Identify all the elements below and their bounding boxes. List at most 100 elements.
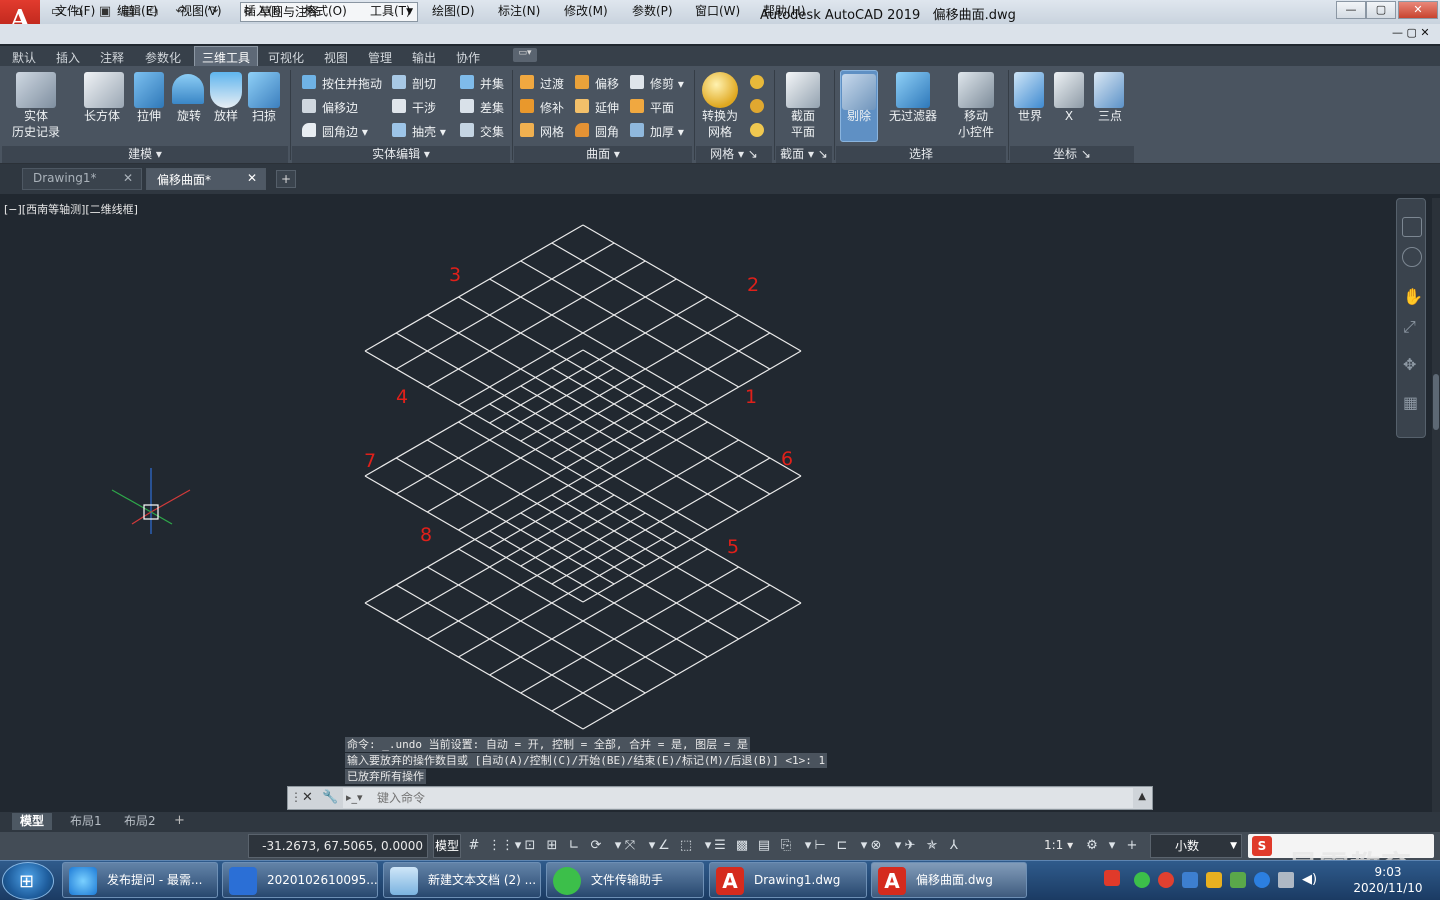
network-button[interactable]: 网格 [540,123,564,140]
nvidia-tray-icon[interactable] [1230,872,1246,888]
showmotion-icon[interactable]: ▦ [1403,393,1418,412]
menu-item[interactable]: 格式(O) [304,2,347,19]
intersect-button[interactable]: 交集 [480,123,504,140]
zoom-icon[interactable]: ⤢ [1403,317,1416,337]
planar-button[interactable]: 平面 [650,99,674,116]
pan-hand-icon[interactable]: ✋ [1403,287,1423,306]
mesh-tool-icon-3[interactable] [750,123,764,137]
chevron-up-icon[interactable]: ▲ [1138,791,1146,802]
three-point-ucs-button[interactable]: 三点 [1092,108,1128,124]
status-toggle-icon[interactable]: ⊢ [812,838,828,854]
monitor-tray-icon[interactable] [1278,872,1294,888]
section-panel-label[interactable]: 截面 ▾ ↘ [776,146,832,163]
units-select[interactable]: 小数 ▼ [1150,834,1242,858]
wechat-tray-icon[interactable] [1134,872,1150,888]
surface-fillet-button[interactable]: 圆角 [595,123,619,140]
status-toggle-icon[interactable]: ⋮⋮ [488,838,514,854]
status-toggle-icon[interactable]: + [1124,838,1140,854]
ribbon-tab[interactable]: 插入 [56,49,80,66]
annotation-scale[interactable]: 1:1 ▾ [1044,838,1073,852]
status-toggle-icon[interactable]: ▤ [756,838,772,854]
doc-tab-offset-surface[interactable]: 偏移曲面* ✕ [146,168,266,190]
layout-tab-layout1[interactable]: 布局1 [62,813,110,830]
offset-edge-button[interactable]: 偏移边 [322,99,358,116]
status-toggle-icon[interactable]: ⤧ [622,838,638,854]
menu-item[interactable]: 修改(M) [564,2,608,19]
settings-gear-icon[interactable]: ⚙ [1084,838,1100,854]
move-gizmo-icon[interactable] [958,72,994,108]
coordinates-readout[interactable]: -31.2673, 67.5065, 0.0000 [248,834,428,858]
loft-button[interactable]: 放样 [208,108,244,124]
offset-surface-button[interactable]: 偏移 [595,75,619,92]
no-filter-icon[interactable] [896,72,930,108]
menu-item[interactable]: 插入(I) [244,2,281,19]
subtract-button[interactable]: 差集 [480,99,504,116]
status-toggle-icon[interactable]: ▾ [1104,838,1120,854]
wrench-icon[interactable]: 🔧 [322,790,338,805]
section-plane-icon[interactable] [786,72,820,108]
status-toggle-icon[interactable]: ☰ [712,838,728,854]
world-ucs-icon[interactable] [1014,72,1044,108]
taskbar-item-video[interactable]: 2020102610095... [222,862,378,898]
ribbon-minimize-button[interactable]: ▭▾ [513,48,537,62]
weibo-tray-icon[interactable] [1158,872,1174,888]
mesh-tool-icon-1[interactable] [750,75,764,89]
ribbon-tab[interactable]: 默认 [12,49,36,66]
start-button[interactable]: ⊞ [2,862,54,900]
ribbon-tab[interactable]: 参数化 [145,49,181,66]
status-toggle-icon[interactable]: ⟳ [588,838,604,854]
volume-icon[interactable]: ◀) [1302,872,1317,887]
doc-tab-drawing1[interactable]: Drawing1* ✕ [22,168,142,190]
revolve-icon[interactable] [172,74,204,104]
trim-button[interactable]: 修剪 ▾ [650,75,684,92]
menu-item[interactable]: 标注(N) [498,2,540,19]
taskbar-item-browser[interactable]: 发布提问 - 最需... [62,862,218,898]
model-space-button[interactable]: 模型 [433,834,461,858]
taskbar-item-drawing1[interactable]: A Drawing1.dwg [709,862,867,898]
layout-tab-model[interactable]: 模型 [12,813,53,830]
save-icon[interactable]: ▣ [96,3,114,21]
loft-icon[interactable] [210,72,242,108]
move-gizmo-button[interactable]: 移动 小控件 [952,108,1000,140]
status-toggle-icon[interactable]: ⊞ [544,838,560,854]
status-toggle-icon[interactable]: ✈ [902,838,918,854]
qq-tray-icon[interactable] [1254,872,1270,888]
convert-to-mesh-icon[interactable] [702,72,738,108]
sweep-button[interactable]: 扫掠 [246,108,282,124]
command-prompt-icon[interactable]: ▸_▾ [346,791,363,804]
status-toggle-icon[interactable]: ▩ [734,838,750,854]
convert-to-mesh-button[interactable]: 转换为 网格 [698,108,742,140]
command-input[interactable] [343,788,1133,808]
solid-history-button[interactable]: 实体 历史记录 [6,108,66,140]
surface-panel-label[interactable]: 曲面 ▾ [514,146,692,163]
close-icon[interactable]: ✕ [123,171,133,185]
ribbon-tab[interactable]: 视图 [324,49,348,66]
ribbon-tab[interactable]: 管理 [368,49,392,66]
ribbon-tab[interactable]: 三维工具 [194,46,259,66]
new-tab-plus-icon[interactable]: + [276,170,296,188]
status-toggle-icon[interactable]: ∟ [566,838,582,854]
menu-item[interactable]: 文件(F) [55,2,95,19]
drawing-canvas[interactable] [0,194,1395,812]
x-rotate-ucs-button[interactable]: X [1054,108,1084,124]
blend-button[interactable]: 过渡 [540,75,564,92]
shell-button[interactable]: 抽壳 ▾ [412,123,446,140]
interfere-button[interactable]: 干涉 [412,99,436,116]
doc-window-controls[interactable]: — ▢ ✕ [1392,26,1430,39]
security-tray-icon[interactable] [1182,872,1198,888]
sogou-icon[interactable]: S [1252,836,1272,856]
status-toggle-icon[interactable]: ⬚ [678,838,694,854]
sweep-icon[interactable] [248,72,280,108]
status-toggle-icon[interactable]: ✯ [924,838,940,854]
ribbon-tab[interactable]: 注释 [100,49,124,66]
close-icon[interactable]: ✕ [302,790,313,805]
slice-button[interactable]: 剖切 [412,75,436,92]
grip-icon[interactable]: ⋮ [290,790,302,804]
network-tray-icon[interactable] [1206,872,1222,888]
taskbar-clock[interactable]: 9:03 2020/11/10 [1340,864,1436,896]
box-button[interactable]: 长方体 [80,108,124,124]
extrude-icon[interactable] [134,72,164,108]
viewcube-icon[interactable] [1402,217,1422,237]
menu-item[interactable]: 工具(T) [370,2,411,19]
modeling-panel-label[interactable]: 建模 ▾ [2,146,288,163]
